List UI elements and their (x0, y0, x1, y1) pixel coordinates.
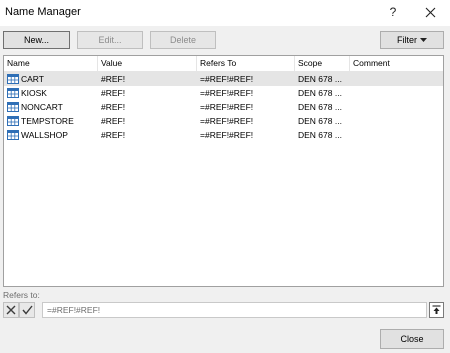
cell-refers-to: =#REF!#REF! (200, 88, 254, 98)
refers-to-label: Refers to: (3, 290, 40, 300)
cell-scope: DEN 678 ... (298, 102, 342, 112)
cell-scope: DEN 678 ... (298, 116, 342, 126)
cell-scope: DEN 678 ... (298, 130, 342, 140)
new-button[interactable]: New... (3, 31, 70, 49)
arrow-up-collapse-icon (432, 305, 441, 314)
close-window-button[interactable] (418, 2, 442, 22)
table-row[interactable]: KIOSK #REF! =#REF!#REF! DEN 678 ... (4, 86, 443, 100)
table-row[interactable]: NONCART #REF! =#REF!#REF! DEN 678 ... (4, 100, 443, 114)
cell-scope: DEN 678 ... (298, 88, 342, 98)
table-name-icon (7, 116, 19, 126)
table-row[interactable]: WALLSHOP #REF! =#REF!#REF! DEN 678 ... (4, 128, 443, 142)
close-button-label: Close (400, 334, 424, 344)
cell-value: #REF! (101, 130, 126, 140)
cell-name: TEMPSTORE (21, 116, 74, 126)
edit-button-label: Edit... (98, 35, 122, 45)
help-button[interactable]: ? (382, 2, 404, 22)
table-row[interactable]: TEMPSTORE #REF! =#REF!#REF! DEN 678 ... (4, 114, 443, 128)
cell-value: #REF! (101, 88, 126, 98)
column-header-name[interactable]: Name (4, 56, 98, 71)
cell-name: WALLSHOP (21, 130, 68, 140)
refers-to-input[interactable] (42, 302, 427, 318)
column-header-scope[interactable]: Scope (295, 56, 350, 71)
x-mark-icon (6, 305, 16, 315)
delete-button[interactable]: Delete (150, 31, 216, 49)
names-list[interactable]: Name Value Refers To Scope Comment CART #… (3, 55, 444, 287)
new-button-label: New... (23, 35, 49, 45)
table-name-icon (7, 130, 19, 140)
cancel-reference-button[interactable] (3, 302, 19, 318)
caret-down-icon (420, 38, 427, 42)
cell-scope: DEN 678 ... (298, 74, 342, 84)
close-icon (425, 7, 435, 17)
table-name-icon (7, 74, 19, 84)
close-button[interactable]: Close (380, 329, 444, 349)
delete-button-label: Delete (169, 35, 196, 45)
cell-name: KIOSK (21, 88, 47, 98)
name-manager-dialog: Name Manager ? New... Edit... Delete Fil… (0, 0, 450, 353)
cell-refers-to: =#REF!#REF! (200, 116, 254, 126)
check-mark-icon (21, 305, 33, 315)
column-header-value[interactable]: Value (98, 56, 197, 71)
cell-value: #REF! (101, 116, 126, 126)
table-row[interactable]: CART #REF! =#REF!#REF! DEN 678 ... (4, 72, 443, 86)
column-header-refers-to[interactable]: Refers To (197, 56, 295, 71)
column-header-comment[interactable]: Comment (350, 56, 443, 71)
table-name-icon (7, 88, 19, 98)
title-bar: Name Manager ? (0, 0, 450, 26)
cell-refers-to: =#REF!#REF! (200, 102, 254, 112)
filter-button-label: Filter (397, 35, 417, 45)
list-header: Name Value Refers To Scope Comment (4, 56, 443, 72)
dialog-title: Name Manager (5, 6, 81, 18)
collapse-dialog-button[interactable] (429, 302, 444, 318)
cell-refers-to: =#REF!#REF! (200, 74, 254, 84)
confirm-reference-button[interactable] (19, 302, 35, 318)
filter-button[interactable]: Filter (380, 31, 444, 49)
edit-button[interactable]: Edit... (77, 31, 143, 49)
cell-value: #REF! (101, 102, 126, 112)
cell-value: #REF! (101, 74, 126, 84)
table-name-icon (7, 102, 19, 112)
cell-refers-to: =#REF!#REF! (200, 130, 254, 140)
cell-name: NONCART (21, 102, 63, 112)
cell-name: CART (21, 74, 44, 84)
